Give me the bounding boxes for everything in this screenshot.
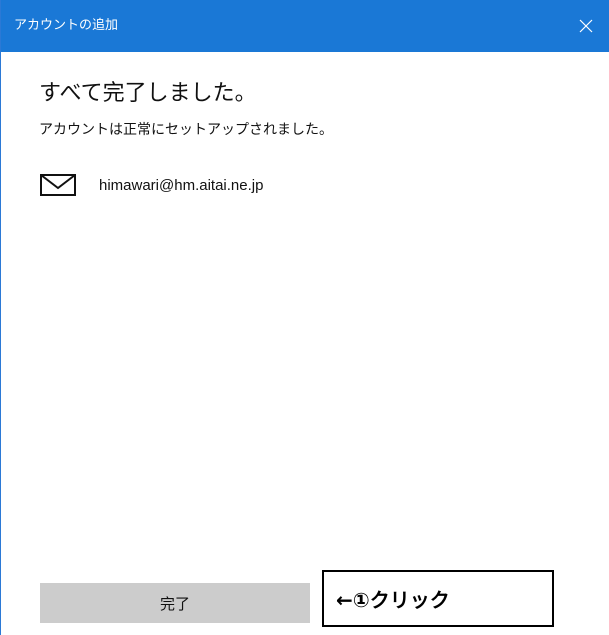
page-heading: すべて完了しました。 <box>39 81 257 106</box>
window-title: アカウントの追加 <box>14 18 119 33</box>
title-bar: アカウントの追加 <box>1 0 609 52</box>
done-button[interactable]: 完了 <box>40 583 310 623</box>
mail-icon <box>40 174 76 196</box>
click-annotation: ←①クリック <box>322 570 554 627</box>
status-message: アカウントは正常にセットアップされました。 <box>39 122 333 138</box>
add-account-dialog: アカウントの追加 すべて完了しました。 アカウントは正常にセットアップされました… <box>0 0 609 635</box>
close-icon <box>579 19 593 33</box>
account-email: himawari@hm.aitai.ne.jp <box>99 176 264 194</box>
close-button[interactable] <box>562 0 609 52</box>
account-entry: himawari@hm.aitai.ne.jp <box>39 168 263 202</box>
annotation-text: ←①クリック <box>336 588 450 612</box>
